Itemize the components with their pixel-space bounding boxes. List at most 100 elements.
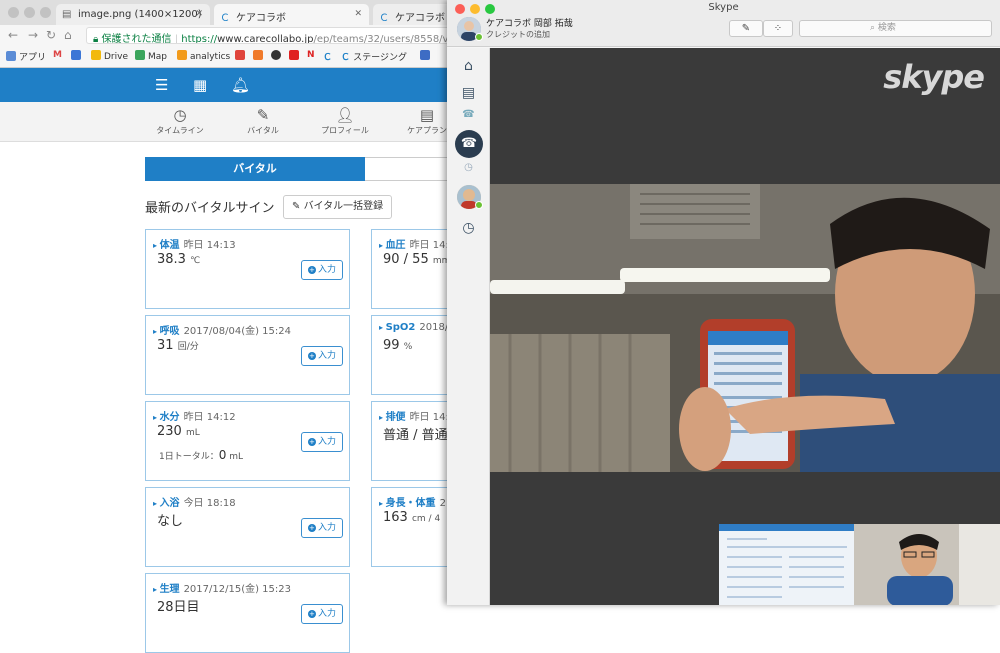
video-area: skype [490,48,1000,605]
vital-value-line: 31 回/分 [157,338,199,353]
user-name: ケアコラボ 岡部 拓哉 [486,19,573,29]
plus-icon: + [307,524,316,532]
home-icon[interactable]: ⌂ [447,58,490,74]
vital-card: ▸ 水分 昨日 14:12 230 mL 1日トータル：0 mL + 入力 [145,401,350,481]
contacts-icon[interactable]: ▤ [447,85,490,101]
input-button[interactable]: + 入力 [301,604,343,624]
calendar-icon[interactable] [71,50,84,62]
url-scheme: https:// [181,34,218,44]
apps-grid-icon [6,51,16,61]
reload-icon[interactable]: ↻ [46,28,56,42]
vital-name: 水分 [159,412,180,423]
tab-title: ケアコラボ [236,13,286,24]
nav-label: バイタル [247,126,279,135]
vital-value: 90 / 55 [383,252,429,267]
bookmark-icon-2[interactable] [253,50,266,62]
grid-icon[interactable]: ▦ [193,76,207,94]
bookmark-map[interactable]: Map [135,50,167,62]
close-icon[interactable]: ✕ [195,9,203,19]
bookmark-apps[interactable]: アプリ [6,50,46,63]
vital-card: ▸ 体温 昨日 14:13 38.3 ℃ + 入力 [145,229,350,309]
close-icon[interactable]: ✕ [354,9,362,19]
home-icon[interactable]: ⌂ [64,28,72,42]
close-dot[interactable] [8,7,19,18]
dialpad-button[interactable]: ⁘ [763,20,793,37]
vital-card-header: ▸ SpO2 2018/0 [379,322,455,333]
bookmark-staging[interactable]: Ｃ ステージング [341,50,407,63]
tab-other[interactable] [365,157,450,181]
minimize-dot[interactable] [24,7,35,18]
search-placeholder: 検索 [877,23,896,33]
vital-card: ▸ 入浴 今日 18:18 なし + 入力 [145,487,350,567]
daily-total-unit: mL [229,452,244,462]
input-button[interactable]: + 入力 [301,346,343,366]
bookmark-label: アプリ [19,53,47,63]
bookmark-drive[interactable]: Drive [91,50,128,62]
url-domain: www.carecollabo.jp [217,34,314,44]
vital-name: 血圧 [385,240,406,251]
daily-total-label: 1日トータル： [159,452,219,462]
bulk-register-label: バイタル一括登録 [303,201,384,212]
input-button-label: 入力 [317,437,336,447]
tab-carecollabo-active[interactable]: Ｃ ケアコラボ ✕ [214,4,369,25]
compose-icon: ✎ [741,23,751,34]
bookmark-icon-3[interactable] [271,50,284,62]
clock-icon: ◷ [173,106,187,124]
input-button[interactable]: + 入力 [301,260,343,280]
vital-value: 38.3 [157,252,186,267]
forward-icon[interactable]: → [28,28,38,42]
plus-icon: + [307,438,316,446]
gmail-icon[interactable]: M [53,50,62,60]
vital-value-line: 38.3 ℃ [157,252,200,267]
add-credit-link[interactable]: クレジットの追加 [486,29,550,40]
vital-name: 身長・体重 [385,498,436,509]
tab-image[interactable]: ▤ image.png (1400×1200) ✕ [56,4,210,25]
compose-button[interactable]: ✎ [729,20,763,37]
dialpad-icon: ⁘ [773,23,783,34]
nav-profile[interactable]: 👤︎ プロフィール [310,106,380,136]
netflix-icon[interactable]: N [307,50,315,60]
url-field[interactable]: 🔒︎ 保護された通信 | https://www.carecollabo.jp/… [86,27,486,44]
bulk-register-button[interactable]: ✎ バイタル一括登録 [283,195,392,219]
nav-vital[interactable]: ✎ バイタル [228,106,298,136]
nav-timeline[interactable]: ◷ タイムライン [145,106,215,136]
bell-icon[interactable]: 🔔︎ [231,76,250,94]
vital-value-line: 90 / 55 mm [383,252,450,267]
vital-time: 昨日 14:12 [183,412,236,423]
bookmark-icon-4[interactable] [420,50,433,62]
vital-card: ▸ 呼吸 2017/08/04(金) 15:24 31 回/分 + 入力 [145,315,350,395]
vital-value: 163 [383,510,408,525]
bookmark-label: Map [148,52,167,62]
recent-icon[interactable]: ◷ [447,162,490,173]
call-history-icon[interactable]: ☎ [447,109,490,120]
vital-value: 31 [157,338,174,353]
active-call-icon[interactable]: ☎ [455,130,483,158]
tab-vital[interactable]: バイタル [145,157,365,181]
vital-time: 今日 18:18 [183,498,236,509]
nav-label: プロフィール [321,126,369,135]
plus-icon: + [307,610,316,618]
bookmark-analytics[interactable]: analytics [177,50,230,62]
remote-video-frame [490,184,1000,472]
clock-icon[interactable]: ◷ [447,220,490,236]
youtube-icon[interactable] [289,50,302,62]
analytics-icon [177,50,187,60]
bookmark-icon-1[interactable] [235,50,248,62]
vital-card-header: ▸ 水分 昨日 14:12 [153,408,236,423]
carecollabo-icon[interactable]: Ｃ [323,50,332,63]
vital-card-header: ▸ 入浴 今日 18:18 [153,494,236,509]
vital-daily-total: 1日トータル：0 mL [159,448,243,462]
plus-icon: + [307,352,316,360]
search-input[interactable]: ⌕ 検索 [799,20,992,37]
menu-icon[interactable]: ☰ [155,76,168,94]
input-button[interactable]: + 入力 [301,518,343,538]
pen-icon: ✎ [256,106,270,124]
vital-card-header: ▸ 排便 昨日 14:1 [379,408,455,423]
back-icon[interactable]: ← [8,28,18,42]
tab-carecollabo[interactable]: Ｃ ケアコラボ [373,4,453,25]
vital-unit: ℃ [190,256,201,266]
vital-name: 体温 [159,240,180,251]
zoom-dot[interactable] [40,7,51,18]
input-button[interactable]: + 入力 [301,432,343,452]
drive-icon [91,50,101,60]
